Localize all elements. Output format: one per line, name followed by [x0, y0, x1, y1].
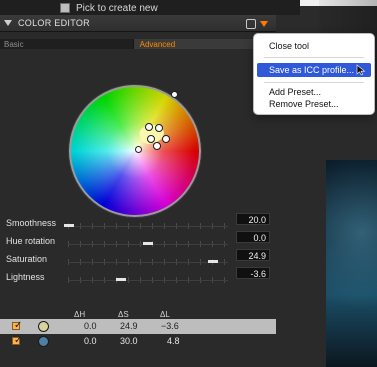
slider-label-lightness: Lightness [6, 272, 45, 282]
cell-dh: 0.0 [84, 321, 97, 331]
wheel-top-marker[interactable] [171, 91, 178, 98]
checkmark-icon: ✓ [14, 320, 23, 331]
table-header-dh: ΔH [74, 310, 86, 319]
menu-item-add-preset-label: Add Preset... [269, 87, 322, 97]
tab-basic[interactable]: Basic [0, 39, 134, 49]
app-frame: Pick to create new COLOR EDITOR Basic Ad… [0, 0, 377, 367]
menu-item-add-preset[interactable]: Add Preset... [269, 86, 321, 98]
menu-separator [264, 82, 364, 83]
color-editor-panel: COLOR EDITOR Basic Advanced Smoothness 2… [0, 15, 276, 367]
color-swatch[interactable] [38, 321, 49, 332]
tab-advanced-label: Advanced [139, 39, 176, 49]
header-controls [246, 19, 268, 29]
menu-item-close-tool-label: Close tool [269, 41, 310, 51]
slider-thumb-hue-rotation[interactable] [143, 242, 153, 245]
cell-dl: −3.6 [161, 321, 179, 331]
top-strip: Pick to create new [0, 0, 300, 15]
editor-tabs: Basic Advanced [0, 39, 276, 49]
menu-arrow-icon[interactable] [260, 21, 268, 27]
pick-to-create-new-label: Pick to create new [76, 2, 158, 14]
image-preview [326, 160, 377, 367]
value-hue-rotation[interactable]: 0.0 [236, 231, 270, 243]
color-region-handle[interactable] [153, 142, 161, 150]
tab-basic-label: Basic [4, 39, 24, 49]
window-icon[interactable] [246, 19, 256, 29]
slider-track-smoothness[interactable] [68, 226, 228, 227]
slider-thumb-lightness[interactable] [116, 278, 126, 281]
slider-label-smoothness: Smoothness [6, 218, 57, 228]
wheel-center-marker[interactable] [135, 146, 142, 153]
slider-track-lightness[interactable] [68, 280, 228, 281]
menu-item-save-as-icc-profile[interactable]: Save as ICC profile... [269, 64, 354, 76]
slider-label-saturation: Saturation [6, 254, 48, 264]
cell-ds: 30.0 [120, 336, 138, 346]
color-region-handle[interactable] [162, 135, 170, 143]
row-checkbox[interactable]: ✓ [12, 320, 23, 331]
table-row[interactable]: ✓ 0.0 30.0 4.8 [0, 334, 276, 349]
cell-ds: 24.9 [120, 321, 138, 331]
color-wheel[interactable] [69, 85, 201, 217]
pick-checkbox[interactable] [60, 3, 70, 13]
slider-thumb-smoothness[interactable] [64, 224, 74, 227]
value-lightness[interactable]: -3.6 [236, 267, 270, 279]
checkmark-icon: ✓ [14, 335, 23, 346]
slider-track-saturation[interactable] [68, 262, 228, 263]
cell-dh: 0.0 [84, 336, 97, 346]
menu-item-remove-preset-label: Remove Preset... [269, 99, 339, 109]
mouse-pointer-icon [356, 64, 366, 76]
table-header-dl: ΔL [160, 310, 170, 319]
slider-label-hue-rotation: Hue rotation [6, 236, 56, 246]
color-editor-header: COLOR EDITOR [0, 15, 276, 32]
slider-thumb-saturation[interactable] [208, 260, 218, 263]
color-region-handle[interactable] [155, 124, 163, 132]
value-saturation[interactable]: 24.9 [236, 249, 270, 261]
menu-separator [264, 57, 364, 58]
value-smoothness[interactable]: 20.0 [236, 213, 270, 225]
color-swatch[interactable] [38, 336, 49, 347]
color-editor-title: COLOR EDITOR [18, 18, 90, 28]
color-region-handle[interactable] [145, 123, 153, 131]
menu-item-remove-preset[interactable]: Remove Preset... [269, 98, 339, 110]
pick-to-create-new-row[interactable]: Pick to create new [60, 2, 158, 14]
cell-dl: 4.8 [167, 336, 180, 346]
collapse-triangle-icon[interactable] [4, 20, 12, 26]
menu-item-save-as-icc-profile-label: Save as ICC profile... [269, 65, 355, 75]
row-checkbox[interactable]: ✓ [12, 335, 23, 346]
menu-item-close-tool[interactable]: Close tool [269, 40, 309, 52]
table-row[interactable]: ✓ 0.0 24.9 −3.6 [0, 319, 276, 334]
table-header-ds: ΔS [118, 310, 129, 319]
